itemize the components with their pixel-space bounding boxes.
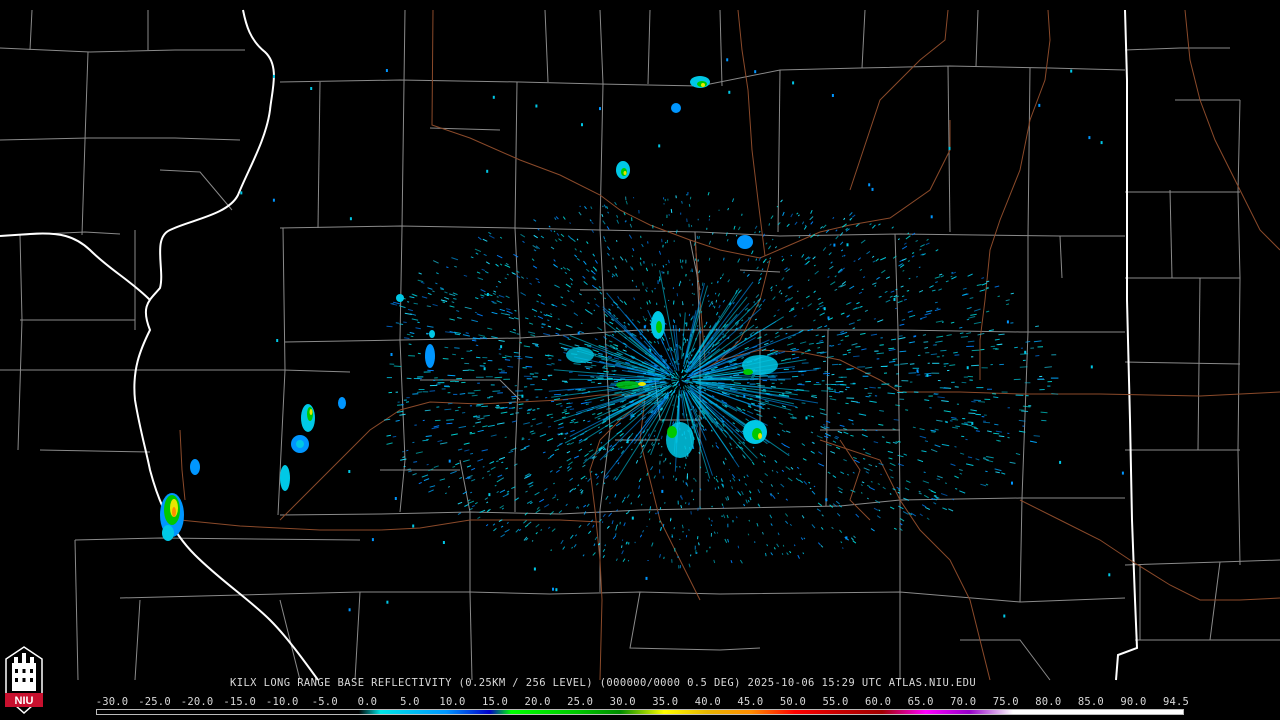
scale-label: 55.0 (822, 696, 849, 708)
color-scale-bar (96, 709, 1184, 715)
scale-label: -15.0 (223, 696, 256, 708)
scale-label: 50.0 (779, 696, 806, 708)
color-scale-labels: -30.0 -25.0 -20.0 -15.0 -10.0 -5.0 0.0 5.0 10.0 1… (0, 696, 1280, 708)
scale-label: 0.0 (357, 696, 378, 708)
scale-label: 75.0 (992, 696, 1019, 708)
scale-label: 10.0 (439, 696, 466, 708)
scale-label: -10.0 (265, 696, 299, 708)
scale-label: -30.0 (95, 696, 129, 708)
scale-label: 30.0 (609, 696, 636, 708)
scale-label: 70.0 (950, 696, 977, 708)
scale-label: 94.5 (1162, 696, 1190, 708)
scale-label: -20.0 (180, 696, 214, 708)
radar-map (0, 0, 1280, 720)
scale-label: 15.0 (481, 696, 509, 708)
scale-label: 85.0 (1077, 696, 1104, 708)
scale-label: 5.0 (400, 696, 420, 708)
scale-label: 20.0 (524, 696, 551, 708)
scale-label: 35.0 (652, 696, 679, 708)
scale-label: -25.0 (138, 696, 171, 708)
scale-label: 80.0 (1035, 696, 1062, 708)
scale-label: 65.0 (907, 696, 934, 708)
scale-label: 60.0 (865, 696, 892, 708)
scale-label: 25.0 (567, 696, 594, 708)
niu-logo[interactable]: NIU (2, 645, 46, 717)
scale-label: 90.0 (1120, 696, 1147, 708)
map-caption: KILX LONG RANGE BASE REFLECTIVITY (0.25K… (230, 677, 977, 689)
scale-label: 45.0 (737, 696, 764, 708)
niu-logo-text: NIU (15, 695, 34, 707)
scale-label: -5.0 (311, 696, 338, 708)
scale-label: 40.0 (694, 696, 721, 708)
